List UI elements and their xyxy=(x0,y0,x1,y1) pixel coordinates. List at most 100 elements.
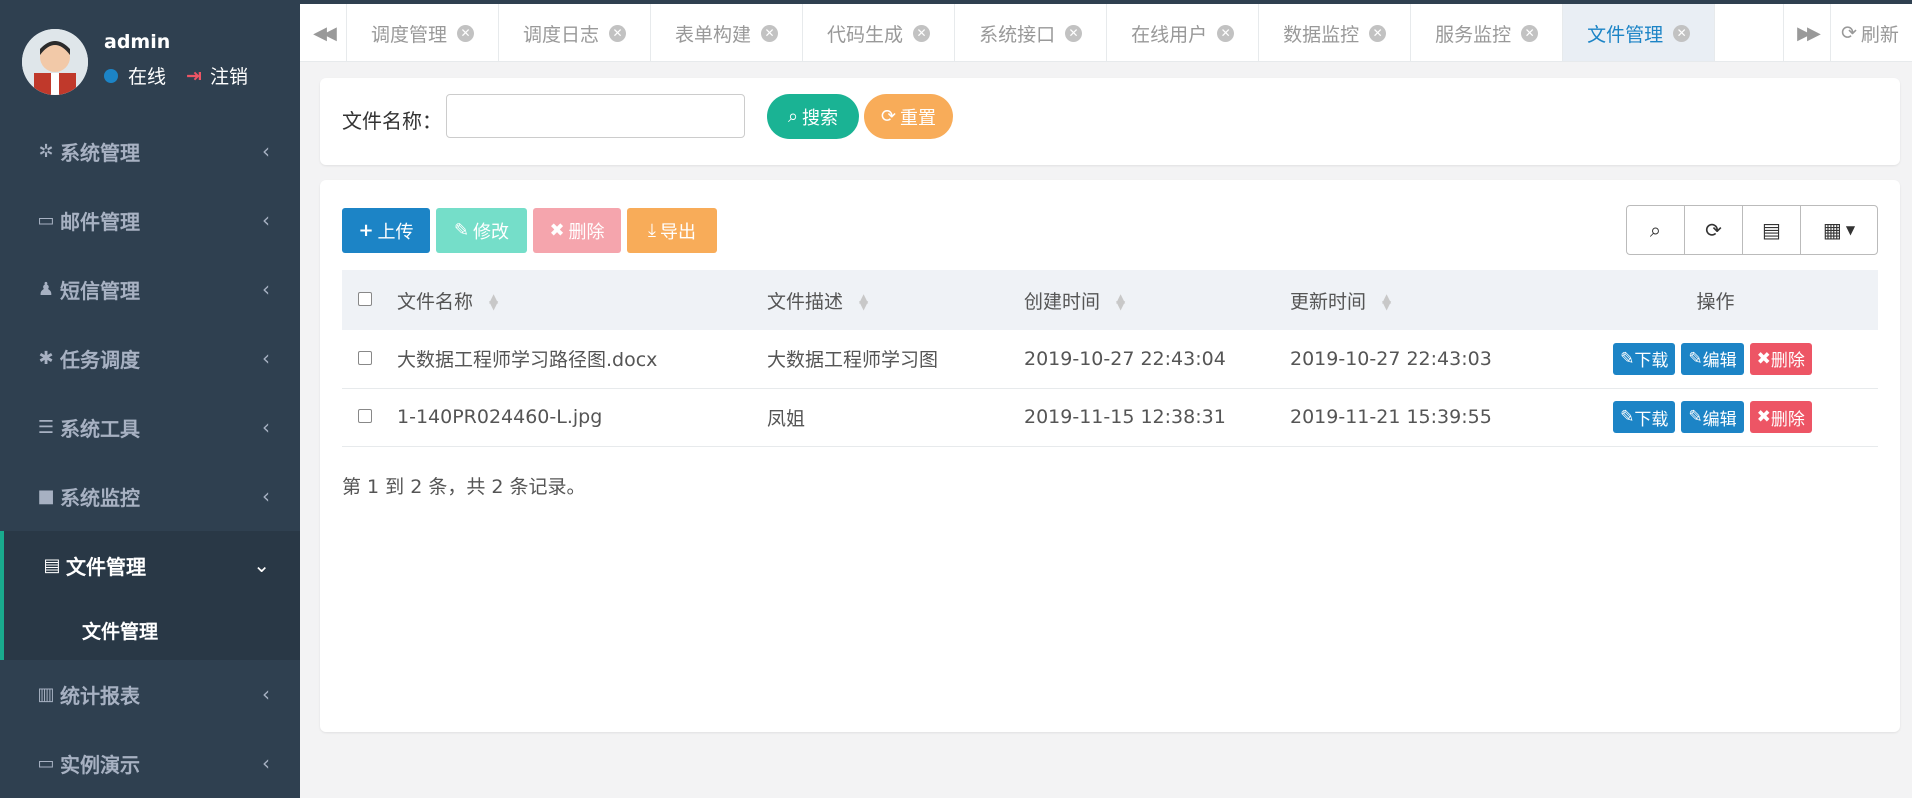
tab-label: 系统接口 xyxy=(979,23,1056,46)
edit-label: 修改 xyxy=(473,221,510,243)
logout-link[interactable]: 注销 xyxy=(210,62,248,89)
close-icon[interactable]: ✕ xyxy=(457,24,475,42)
table-row[interactable]: 大数据工程师学习路径图.docx 大数据工程师学习图 2019-10-27 22:4… xyxy=(342,330,1878,388)
edit-icon: ✎ xyxy=(1620,348,1635,369)
table-row[interactable]: 1-140PR024460-L.jpg 凤姐 2019-11-15 12:38:31… xyxy=(342,388,1878,446)
columns-dropdown-button[interactable]: ▦ ▼ xyxy=(1801,206,1877,254)
file-name-input[interactable] xyxy=(446,94,745,138)
cell-filename: 大数据工程师学习路径图.docx xyxy=(397,349,658,372)
tab-scroll-left-button[interactable]: ◀◀ xyxy=(300,4,347,62)
delete-row-button[interactable]: ✖ 删除 xyxy=(1749,401,1812,433)
sidebar-item[interactable]: ♟ 短信管理 ‹ xyxy=(0,255,300,324)
close-icon[interactable]: ✕ xyxy=(1521,24,1539,42)
row-checkbox[interactable] xyxy=(358,350,372,365)
close-icon: ✖ xyxy=(1756,348,1771,369)
gear-icon: ✲ xyxy=(38,141,54,162)
search-icon: ⌕ xyxy=(1649,218,1662,242)
select-all-checkbox[interactable] xyxy=(358,292,372,306)
cell-created: 2019-11-15 12:38:31 xyxy=(1024,406,1226,428)
cell-desc: 大数据工程师学习图 xyxy=(767,349,939,372)
export-button[interactable]: ⤓ 导出 xyxy=(627,208,717,253)
avatar[interactable] xyxy=(22,29,88,95)
sidebar-item[interactable]: ▭ 邮件管理 ‹ xyxy=(0,186,300,255)
sidebar-item[interactable]: ■ 系统监控 ‹ xyxy=(0,462,300,531)
column-header-created[interactable]: 创建时间 ▲ ▼ xyxy=(1023,270,1289,330)
sidebar-item[interactable]: ▥ 统计报表 ‹ xyxy=(0,660,300,729)
sidebar-item-label: 统计报表 xyxy=(60,684,140,708)
tab[interactable]: 调度日志 ✕ xyxy=(499,4,652,61)
bar-chart-icon: ▥ xyxy=(37,684,55,705)
chevron-left-icon: ‹ xyxy=(262,751,270,775)
tab[interactable]: 数据监控 ✕ xyxy=(1259,4,1412,61)
cell-updated: 2019-10-27 22:43:03 xyxy=(1290,347,1492,370)
delete-row-button[interactable]: ✖ 删除 xyxy=(1749,342,1812,375)
toggle-view-button[interactable]: ▤ xyxy=(1743,206,1801,254)
sidebar-item[interactable]: ▭ 实例演示 ‹ xyxy=(0,729,300,798)
edit-button[interactable]: ✎ 修改 xyxy=(436,208,527,253)
edit-icon: ✎ xyxy=(1688,407,1703,427)
tab-label: 数据监控 xyxy=(1283,23,1360,46)
row-checkbox[interactable] xyxy=(358,409,372,423)
reset-button-label: 重置 xyxy=(900,107,937,129)
refresh-table-button[interactable]: ⟳ xyxy=(1685,206,1743,254)
sort-icon: ▲ ▼ xyxy=(1382,291,1392,312)
column-header-updated[interactable]: 更新时间 ▲ ▼ xyxy=(1289,270,1553,330)
book-icon: ▤ xyxy=(43,555,61,576)
sidebar-item[interactable]: ▤ 文件管理 ⌄ xyxy=(0,531,300,600)
close-icon[interactable]: ✕ xyxy=(1673,24,1691,42)
download-label: 下载 xyxy=(1634,409,1669,430)
tab-label: 表单构建 xyxy=(675,23,752,46)
close-icon[interactable]: ✕ xyxy=(1217,24,1235,42)
delete-row-label: 删除 xyxy=(1770,409,1805,430)
tab[interactable]: 系统接口 ✕ xyxy=(955,4,1108,61)
sidebar-subitem-file-management[interactable]: 文件管理 xyxy=(0,600,300,660)
edit-icon: ✎ xyxy=(1688,348,1703,369)
calendar-icon: ▭ xyxy=(37,210,55,231)
username: admin xyxy=(104,31,171,53)
edit-row-button[interactable]: ✎ 编辑 xyxy=(1681,401,1744,433)
close-icon[interactable]: ✕ xyxy=(1065,24,1083,42)
sidebar-item[interactable]: ✲ 系统管理 ‹ xyxy=(0,117,300,186)
edit-icon: ✎ xyxy=(1620,407,1635,427)
toggle-search-button[interactable]: ⌕ xyxy=(1627,206,1685,254)
table-header-row: 文件名称 ▲ ▼ 文件描述 ▲ ▼ 创建时间 ▲ ▼ 更新时间 ▲ ▼ 操作 xyxy=(342,270,1878,330)
download-label: 下载 xyxy=(1634,351,1669,372)
sidebar-item[interactable]: ☰ 系统工具 ‹ xyxy=(0,393,300,462)
pagination-info: 第 1 到 2 条，共 2 条记录。 xyxy=(342,476,586,498)
column-header-desc[interactable]: 文件描述 ▲ ▼ xyxy=(766,270,1023,330)
column-label: 创建时间 xyxy=(1024,290,1101,313)
tab[interactable]: 调度管理 ✕ xyxy=(347,4,500,61)
refresh-icon: ⟳ xyxy=(880,106,897,127)
delete-button[interactable]: ✖ 删除 xyxy=(533,208,621,253)
reset-button[interactable]: ⟳ 重置 xyxy=(864,94,953,139)
download-button[interactable]: ✎ 下载 xyxy=(1613,342,1676,375)
tab[interactable]: 在线用户 ✕ xyxy=(1107,4,1260,61)
tab[interactable]: 服务监控 ✕ xyxy=(1411,4,1564,61)
sidebar-item[interactable]: ✱ 任务调度 ‹ xyxy=(0,324,300,393)
close-icon[interactable]: ✕ xyxy=(761,24,779,42)
sidebar: admin 在线 ⇥ 注销 ✲ 系统管理 ‹ ▭ 邮件管理 ‹ ♟ 短信管理 ‹ ✱ 任务调度 ‹ ☰ 系… xyxy=(0,0,300,798)
tab[interactable]: 文件管理 ✕ xyxy=(1563,4,1716,61)
download-button[interactable]: ✎ 下载 xyxy=(1613,401,1676,433)
close-icon[interactable]: ✕ xyxy=(913,24,931,42)
cell-desc: 凤姐 xyxy=(767,407,806,430)
search-button[interactable]: ⌕ 搜索 xyxy=(767,94,859,139)
tab-label: 在线用户 xyxy=(1131,23,1208,46)
chevron-left-icon: ‹ xyxy=(262,208,270,232)
logout-icon[interactable]: ⇥ xyxy=(186,65,202,87)
plus-icon: + xyxy=(358,220,374,241)
sort-icon: ▲ ▼ xyxy=(489,291,499,312)
tab-label: 调度管理 xyxy=(371,23,448,46)
close-icon[interactable]: ✕ xyxy=(609,24,627,42)
cell-filename: 1-140PR024460-L.jpg xyxy=(397,406,603,428)
tab[interactable]: 代码生成 ✕ xyxy=(803,4,956,61)
chevron-left-icon: ‹ xyxy=(262,484,270,508)
upload-button[interactable]: + 上传 xyxy=(342,208,430,253)
tab-refresh-button[interactable]: ⟳ 刷新 xyxy=(1830,4,1912,62)
close-icon[interactable]: ✕ xyxy=(1369,24,1387,42)
cell-actions: ✎ 下载 ✎ 编辑 ✖ 删除 xyxy=(1553,388,1878,446)
column-header-filename[interactable]: 文件名称 ▲ ▼ xyxy=(396,270,766,330)
tab[interactable]: 表单构建 ✕ xyxy=(651,4,804,61)
edit-row-button[interactable]: ✎ 编辑 xyxy=(1681,342,1744,375)
tab-scroll-right-button[interactable]: ▶▶ xyxy=(1783,4,1830,62)
